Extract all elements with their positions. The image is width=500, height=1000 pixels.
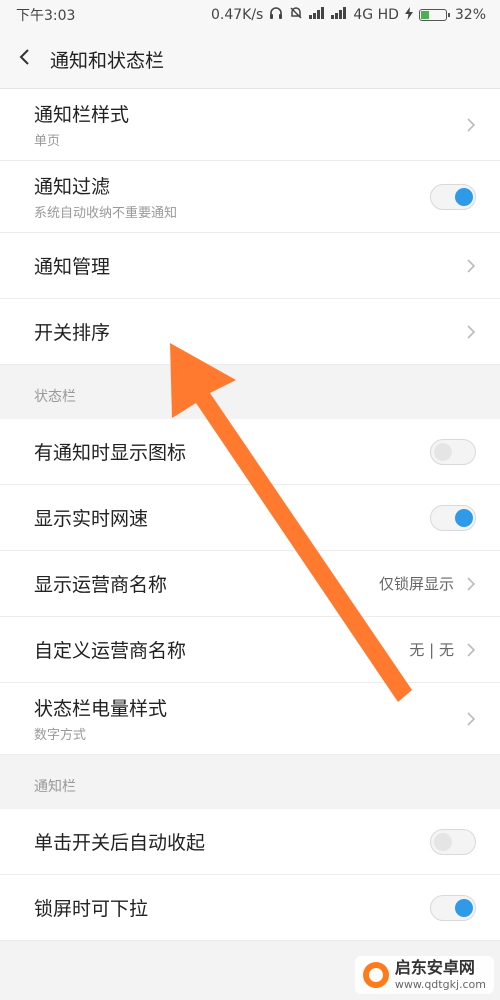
row-label: 状态栏电量样式 bbox=[34, 698, 168, 720]
lightning-icon bbox=[404, 6, 413, 24]
row-value: 仅锁屏显示 bbox=[378, 575, 454, 593]
row-switch-order[interactable]: 开关排序 bbox=[0, 299, 500, 365]
row-carrier-name[interactable]: 显示运营商名称 仅锁屏显示 bbox=[0, 551, 500, 617]
row-notification-filter[interactable]: 通知过滤 系统自动收纳不重要通知 bbox=[0, 161, 500, 233]
section-header-notification: 通知栏 bbox=[0, 763, 500, 809]
row-label: 单击开关后自动收起 bbox=[34, 832, 206, 854]
settings-group-statusbar: 有通知时显示图标 显示实时网速 显示运营商名称 仅锁屏显示 自定义运营商名称 无… bbox=[0, 419, 500, 755]
status-right: 0.47K/s 4G HD 32% bbox=[211, 6, 486, 24]
signal-icon bbox=[309, 7, 325, 23]
row-sublabel: 系统自动收纳不重要通知 bbox=[34, 206, 178, 221]
chevron-left-icon bbox=[18, 48, 32, 70]
notification-filter-toggle[interactable] bbox=[430, 183, 476, 210]
row-sublabel: 单页 bbox=[34, 134, 61, 149]
chevron-right-icon bbox=[466, 324, 476, 340]
row-custom-carrier-name[interactable]: 自定义运营商名称 无 | 无 bbox=[0, 617, 500, 683]
row-auto-collapse[interactable]: 单击开关后自动收起 bbox=[0, 809, 500, 875]
row-notification-style[interactable]: 通知栏样式 单页 bbox=[0, 89, 500, 161]
row-show-realtime-speed[interactable]: 显示实时网速 bbox=[0, 485, 500, 551]
section-header-statusbar: 状态栏 bbox=[0, 373, 500, 419]
row-label: 显示实时网速 bbox=[34, 508, 149, 530]
watermark: 启东安卓网 www.qdtgkj.com bbox=[354, 956, 494, 994]
signal-icon-2 bbox=[331, 7, 347, 23]
auto-collapse-toggle[interactable] bbox=[430, 828, 476, 855]
row-sublabel: 数字方式 bbox=[34, 728, 87, 743]
status-time: 下午3:03 bbox=[16, 8, 76, 24]
row-value: 无 | 无 bbox=[409, 641, 454, 659]
row-label: 自定义运营商名称 bbox=[34, 640, 187, 662]
chevron-right-icon bbox=[466, 642, 476, 658]
row-label: 锁屏时可下拉 bbox=[34, 898, 149, 920]
chevron-right-icon bbox=[466, 258, 476, 274]
row-show-icon-on-notification[interactable]: 有通知时显示图标 bbox=[0, 419, 500, 485]
row-battery-style[interactable]: 状态栏电量样式 数字方式 bbox=[0, 683, 500, 755]
battery-icon bbox=[418, 9, 450, 21]
settings-group-notifications: 通知栏样式 单页 通知过滤 系统自动收纳不重要通知 通知管理 开关排序 bbox=[0, 89, 500, 365]
mute-icon bbox=[289, 6, 303, 24]
row-notification-management[interactable]: 通知管理 bbox=[0, 233, 500, 299]
page-title: 通知和状态栏 bbox=[50, 49, 165, 72]
status-network: 4G HD bbox=[353, 7, 399, 23]
settings-group-notification-panel: 单击开关后自动收起 锁屏时可下拉 bbox=[0, 809, 500, 941]
status-battery: 32% bbox=[454, 7, 486, 23]
app-bar: 通知和状态栏 bbox=[0, 30, 500, 89]
row-label: 有通知时显示图标 bbox=[34, 442, 187, 464]
status-bar: 下午3:03 0.47K/s 4G HD 32% bbox=[0, 0, 500, 30]
chevron-right-icon bbox=[466, 576, 476, 592]
row-label: 开关排序 bbox=[34, 322, 111, 344]
lockscreen-pulldown-toggle[interactable] bbox=[430, 894, 476, 921]
row-lockscreen-pulldown[interactable]: 锁屏时可下拉 bbox=[0, 875, 500, 941]
row-label: 通知管理 bbox=[34, 256, 111, 278]
show-icon-toggle[interactable] bbox=[430, 438, 476, 465]
row-label: 通知过滤 bbox=[34, 176, 111, 198]
chevron-right-icon bbox=[466, 117, 476, 133]
watermark-title: 启东安卓网 bbox=[394, 958, 475, 977]
chevron-right-icon bbox=[466, 711, 476, 727]
row-label: 显示运营商名称 bbox=[34, 574, 168, 596]
realtime-speed-toggle[interactable] bbox=[430, 504, 476, 531]
row-label: 通知栏样式 bbox=[34, 104, 130, 126]
watermark-url: www.qdtgkj.com bbox=[394, 978, 486, 991]
status-speed: 0.47K/s bbox=[210, 7, 264, 23]
watermark-logo-icon bbox=[362, 962, 389, 988]
back-button[interactable] bbox=[0, 48, 50, 70]
headphones-icon bbox=[269, 6, 283, 24]
